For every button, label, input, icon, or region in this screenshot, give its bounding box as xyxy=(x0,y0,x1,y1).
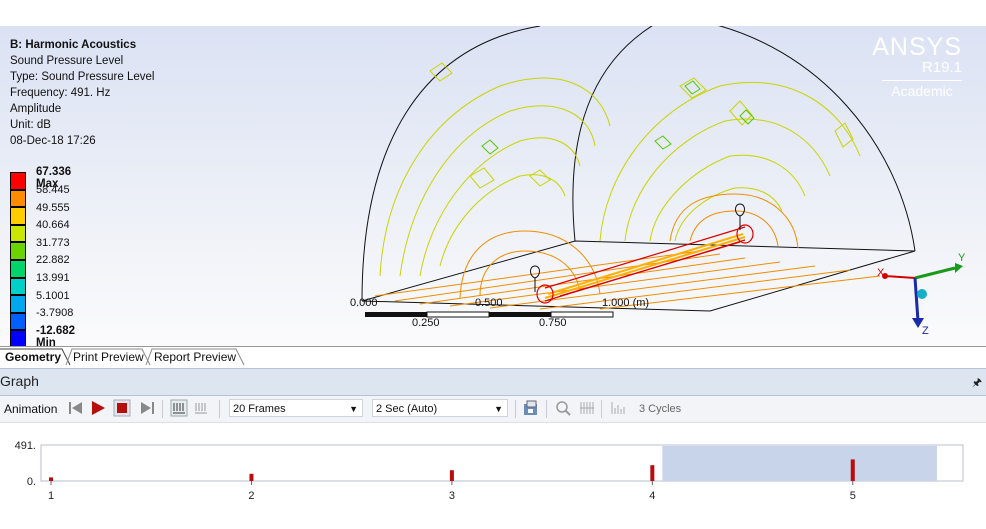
scale-label: 0.500 xyxy=(475,297,503,309)
legend-color-swatch xyxy=(10,330,26,346)
scale-label: 0.750 xyxy=(539,317,567,329)
frames-select[interactable]: 20 Frames ▼ xyxy=(229,399,363,417)
view-tabs: Geometry Print Preview Report Preview xyxy=(0,346,986,369)
logo-edition: Academic xyxy=(882,80,962,99)
scale-label: 0.000 xyxy=(350,297,378,309)
tab-geometry[interactable]: Geometry xyxy=(2,348,64,366)
frames-value: 20 Frames xyxy=(233,403,286,415)
separator xyxy=(601,400,602,418)
logo-release: R19.1 xyxy=(921,59,962,76)
frame-grid-icon[interactable] xyxy=(578,399,596,417)
scale-label: 0.250 xyxy=(412,317,440,329)
result-info: B: Harmonic Acoustics Sound Pressure Lev… xyxy=(10,37,154,149)
legend-color-swatch xyxy=(10,259,26,278)
legend-color-swatch xyxy=(10,189,26,208)
previous-frame-icon[interactable] xyxy=(67,399,85,417)
frame-bar xyxy=(650,465,655,481)
separator xyxy=(546,400,547,418)
y-tick-label: 491. xyxy=(15,440,36,452)
legend-label: 40.664 xyxy=(36,219,70,231)
analysis-title: B: Harmonic Acoustics xyxy=(10,39,137,51)
graphics-viewport[interactable]: B: Harmonic Acoustics Sound Pressure Lev… xyxy=(0,26,986,346)
export-video-icon[interactable] xyxy=(522,399,540,417)
frame-bar xyxy=(850,459,855,481)
x-tick-label: 1 xyxy=(48,490,54,502)
stop-icon[interactable] xyxy=(113,399,131,417)
legend-label: 5.1001 xyxy=(36,290,70,302)
x-tick-label: 3 xyxy=(449,490,455,502)
chevron-down-icon: ▼ xyxy=(349,404,358,414)
distributed-frames-icon[interactable] xyxy=(170,399,188,417)
animation-label: Animation xyxy=(4,402,58,416)
result-sets-icon[interactable] xyxy=(192,399,210,417)
ansys-logo: ANSYS R19.1 Academic xyxy=(872,34,962,99)
separator xyxy=(219,400,220,418)
animation-toolbar: Animation 20 Frames ▼ 2 Sec (Auto) ▼ 3 Cyc… xyxy=(0,396,986,423)
logo-brand: ANSYS xyxy=(872,33,962,61)
x-tick-label: 2 xyxy=(248,490,254,502)
pin-icon[interactable]: 🖈︎ xyxy=(972,374,982,393)
info-frequency: Frequency: 491. Hz xyxy=(10,87,111,99)
legend-label: 13.991 xyxy=(36,272,70,284)
info-unit: Unit: dB xyxy=(10,119,51,131)
y-tick-label: 0. xyxy=(27,476,36,488)
scale-label: 1.000 (m) xyxy=(602,297,650,309)
legend-label: -3.7908 xyxy=(36,307,74,319)
info-result: Sound Pressure Level xyxy=(10,55,124,67)
info-timestamp: 08-Dec-18 17:26 xyxy=(10,135,96,147)
legend-min-label: -12.682 Min xyxy=(36,325,76,346)
graph-panel-title: Graph xyxy=(0,373,39,389)
duration-select[interactable]: 2 Sec (Auto) ▼ xyxy=(372,399,508,417)
chevron-down-icon: ▼ xyxy=(494,404,503,414)
separator xyxy=(515,400,516,418)
separator xyxy=(162,400,163,418)
legend-color-swatch xyxy=(10,295,26,313)
legend-label: 22.882 xyxy=(36,254,70,266)
zoom-icon[interactable] xyxy=(554,399,572,417)
cycles-icon[interactable] xyxy=(610,399,628,417)
legend-color-bar xyxy=(10,172,26,346)
x-tick-label: 4 xyxy=(649,490,655,502)
next-frame-icon[interactable] xyxy=(138,399,156,417)
frame-bar xyxy=(449,470,454,481)
triad-y-label: Y xyxy=(958,252,966,264)
triad-x-label: X xyxy=(877,267,885,279)
x-tick-label: 5 xyxy=(850,490,856,502)
legend-color-swatch xyxy=(10,242,26,260)
graph-panel-header: Graph 🖈︎ xyxy=(0,368,986,396)
legend-label: 58.445 xyxy=(36,184,70,196)
selected-frame-range xyxy=(662,446,937,481)
legend-color-swatch xyxy=(10,224,26,243)
frame-bar xyxy=(249,473,254,481)
frame-bar xyxy=(49,477,54,481)
legend-color-swatch xyxy=(10,277,26,296)
tab-print-preview[interactable]: Print Preview xyxy=(70,348,147,366)
legend-color-swatch xyxy=(10,172,26,190)
legend-label: 31.773 xyxy=(36,237,70,249)
info-amplitude: Amplitude xyxy=(10,103,62,115)
duration-value: 2 Sec (Auto) xyxy=(376,403,438,415)
play-icon[interactable] xyxy=(89,399,107,417)
triad-z-label: Z xyxy=(922,325,929,337)
legend-color-swatch xyxy=(10,207,26,225)
info-type: Type: Sound Pressure Level xyxy=(10,71,155,83)
cycles-label: 3 Cycles xyxy=(639,403,682,415)
legend-color-swatch xyxy=(10,312,26,331)
frame-graph-chart[interactable]: 491. 0. 1 2 3 4 5 xyxy=(0,430,986,508)
tab-report-preview[interactable]: Report Preview xyxy=(151,348,239,366)
legend-label: 49.555 xyxy=(36,202,70,214)
